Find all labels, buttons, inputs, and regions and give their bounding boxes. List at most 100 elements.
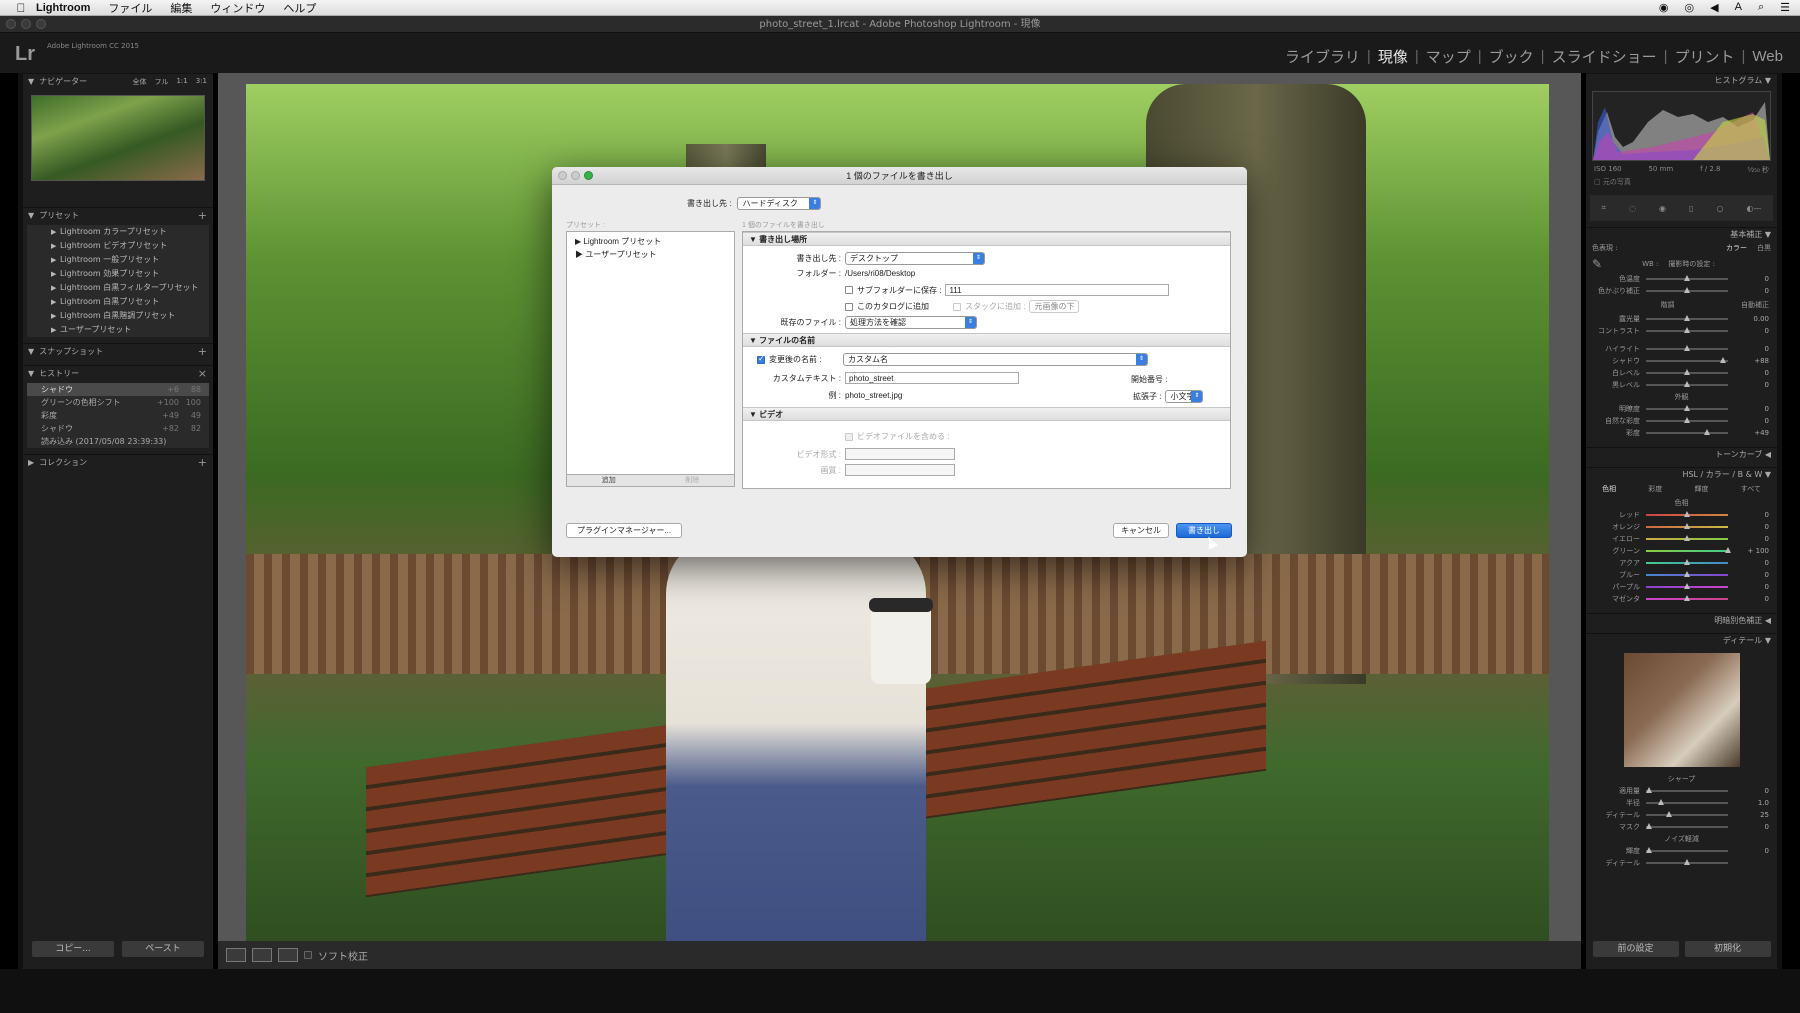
preset-folder[interactable]: ▶ Lightroom 白黒プリセット xyxy=(27,295,209,309)
video-section-header[interactable]: ▼ ビデオ xyxy=(743,407,1230,421)
right-panel-toggle[interactable] xyxy=(1777,73,1782,969)
blacks-slider[interactable]: 黒レベル 0 xyxy=(1586,379,1777,391)
status-icon[interactable]: ◉ xyxy=(1659,1,1669,14)
tab-hue[interactable]: 色相 xyxy=(1602,484,1616,494)
module-print[interactable]: プリント xyxy=(1668,46,1742,67)
adjustment-brush-icon[interactable]: ◐— xyxy=(1746,204,1761,213)
treatment-color[interactable]: カラー xyxy=(1726,243,1747,253)
saturation-slider[interactable]: 彩度 +49 xyxy=(1586,427,1777,439)
treatment-bw[interactable]: 白黒 xyxy=(1757,243,1771,253)
rename-select[interactable]: カスタム名 ⇕ xyxy=(843,353,1148,366)
detail-header[interactable]: ディテール ▼ xyxy=(1586,633,1777,647)
preset-folder-lightroom[interactable]: ▶ Lightroom プリセット xyxy=(567,232,734,247)
reset-button[interactable]: 初期化 xyxy=(1684,941,1771,957)
auto-tone-button[interactable]: 自動補正 xyxy=(1741,300,1769,310)
navigator-header[interactable]: ▼ ナビゲーター 全体 フル 1:1 3:1 xyxy=(23,73,213,89)
history-step[interactable]: 彩度 +49 49 xyxy=(27,409,209,422)
tone-curve-header[interactable]: トーンカーブ ◀ xyxy=(1586,447,1777,461)
export-to-select[interactable]: ハードディスク ⇕ xyxy=(737,197,822,210)
add-preset-icon[interactable]: + xyxy=(198,209,207,222)
history-step[interactable]: シャドウ +82 82 xyxy=(27,422,209,435)
navigator-preview[interactable] xyxy=(31,95,205,181)
wb-picker-icon[interactable]: ✎ xyxy=(1592,257,1602,271)
menu-help[interactable]: ヘルプ xyxy=(283,0,316,16)
creative-cloud-icon[interactable]: ◎ xyxy=(1685,1,1695,14)
menu-window[interactable]: ウィンドウ xyxy=(210,0,265,16)
history-step[interactable]: 読み込み (2017/05/08 23:39:33) xyxy=(27,435,209,448)
add-to-catalog-checkbox[interactable] xyxy=(845,302,853,311)
graduated-filter-icon[interactable]: ▯ xyxy=(1689,204,1693,213)
menu-edit[interactable]: 編集 xyxy=(170,0,192,16)
basic-header[interactable]: 基本補正 ▼ xyxy=(1586,227,1777,241)
module-web[interactable]: Web xyxy=(1745,48,1790,65)
input-source-icon[interactable]: A xyxy=(1735,1,1742,14)
hue-blue-slider[interactable]: ブルー 0 xyxy=(1586,569,1777,581)
filmstrip-collapsed[interactable] xyxy=(0,969,1800,1013)
tab-all[interactable]: すべて xyxy=(1741,484,1761,494)
history-header[interactable]: ▼ ヒストリー × xyxy=(23,365,213,381)
location-section-header[interactable]: ▼ 書き出し場所 xyxy=(743,232,1230,246)
crop-icon[interactable]: ⌗ xyxy=(1602,203,1607,213)
vibrance-slider[interactable]: 自然な彩度 0 xyxy=(1586,415,1777,427)
subfolder-input[interactable]: 111 xyxy=(945,284,1170,296)
close-button[interactable] xyxy=(6,19,16,29)
before-after-split-icon[interactable] xyxy=(278,948,298,962)
hue-purple-slider[interactable]: パープル 0 xyxy=(1586,581,1777,593)
noise-detail-slider[interactable]: ディテール xyxy=(1586,857,1777,869)
split-toning-header[interactable]: 明暗別色補正 ◀ xyxy=(1586,613,1777,627)
preset-folder-user[interactable]: ▶ ユーザープリセット xyxy=(567,247,734,260)
snapshots-header[interactable]: ▼ スナップショット + xyxy=(23,343,213,359)
plugin-manager-button[interactable]: プラグインマネージャー... xyxy=(566,523,683,538)
module-slideshow[interactable]: スライドショー xyxy=(1545,46,1664,67)
include-video-checkbox[interactable] xyxy=(845,432,853,441)
red-eye-icon[interactable]: ◉ xyxy=(1659,204,1666,213)
rename-checkbox[interactable] xyxy=(757,354,765,364)
preset-folder[interactable]: ▶ Lightroom カラープリセット xyxy=(27,225,209,239)
histogram-header[interactable]: ヒストグラム ▼ xyxy=(1586,73,1777,87)
subfolder-checkbox[interactable] xyxy=(845,286,853,294)
dialog-close-button[interactable] xyxy=(558,171,567,180)
history-step[interactable]: グリーンの色相シフト +100 100 xyxy=(27,396,209,409)
sharpen-mask-slider[interactable]: マスク 0 xyxy=(1586,821,1777,833)
cancel-button[interactable]: キャンセル xyxy=(1113,523,1169,538)
menu-file[interactable]: ファイル xyxy=(108,0,152,16)
sharpen-detail-slider[interactable]: ディテール 25 xyxy=(1586,809,1777,821)
clear-history-icon[interactable]: × xyxy=(198,367,207,380)
hue-red-slider[interactable]: レッド 0 xyxy=(1586,509,1777,521)
dialog-zoom-button[interactable] xyxy=(584,171,593,180)
temp-slider[interactable]: 色温度 0 xyxy=(1586,273,1777,285)
hue-magenta-slider[interactable]: マゼンタ 0 xyxy=(1586,593,1777,605)
exposure-slider[interactable]: 露光量 0.00 xyxy=(1586,313,1777,325)
shadows-slider[interactable]: シャドウ +88 xyxy=(1586,355,1777,367)
menu-app[interactable]: Lightroom xyxy=(36,2,90,14)
module-book[interactable]: ブック xyxy=(1482,46,1541,67)
search-icon[interactable]: ⌕ xyxy=(1758,1,1764,14)
preset-folder[interactable]: ▶ Lightroom 白黒階調プリセット xyxy=(27,309,209,323)
hsl-header[interactable]: HSL / カラー / B & W ▼ xyxy=(1586,467,1777,481)
softproof-checkbox[interactable] xyxy=(304,951,312,959)
sharpen-amount-slider[interactable]: 適用量 0 xyxy=(1586,785,1777,797)
zoom-1-1[interactable]: 1:1 xyxy=(176,77,187,87)
stack-select[interactable]: 元画像の下 xyxy=(1029,300,1080,313)
tint-slider[interactable]: 色かぶり補正 0 xyxy=(1586,285,1777,297)
before-after-icon[interactable] xyxy=(252,948,272,962)
paste-button[interactable]: ペースト xyxy=(122,941,204,957)
highlights-slider[interactable]: ハイライト 0 xyxy=(1586,343,1777,355)
copy-button[interactable]: コピー... xyxy=(32,941,114,957)
export-button[interactable]: 書き出し xyxy=(1176,523,1232,538)
sharpen-radius-slider[interactable]: 半径 1.0 xyxy=(1586,797,1777,809)
preset-folder[interactable]: ▶ Lightroom 一般プリセット xyxy=(27,253,209,267)
detail-preview[interactable] xyxy=(1623,653,1740,767)
tab-luminance[interactable]: 輝度 xyxy=(1694,484,1708,494)
zoom-3-1[interactable]: 3:1 xyxy=(196,77,207,87)
add-preset-button[interactable]: 追加 xyxy=(567,475,651,486)
whites-slider[interactable]: 白レベル 0 xyxy=(1586,367,1777,379)
hue-aqua-slider[interactable]: アクア 0 xyxy=(1586,557,1777,569)
noise-luminance-slider[interactable]: 輝度 0 xyxy=(1586,845,1777,857)
minimize-button[interactable] xyxy=(21,19,31,29)
location-select[interactable]: デスクトップ ⇕ xyxy=(845,252,985,265)
original-photo-checkbox[interactable]: ▢ 元の写真 xyxy=(1586,177,1777,189)
module-develop[interactable]: 現像 xyxy=(1371,46,1415,67)
preset-folder[interactable]: ▶ Lightroom 白黒フィルタープリセット xyxy=(27,281,209,295)
zoom-button[interactable] xyxy=(36,19,46,29)
